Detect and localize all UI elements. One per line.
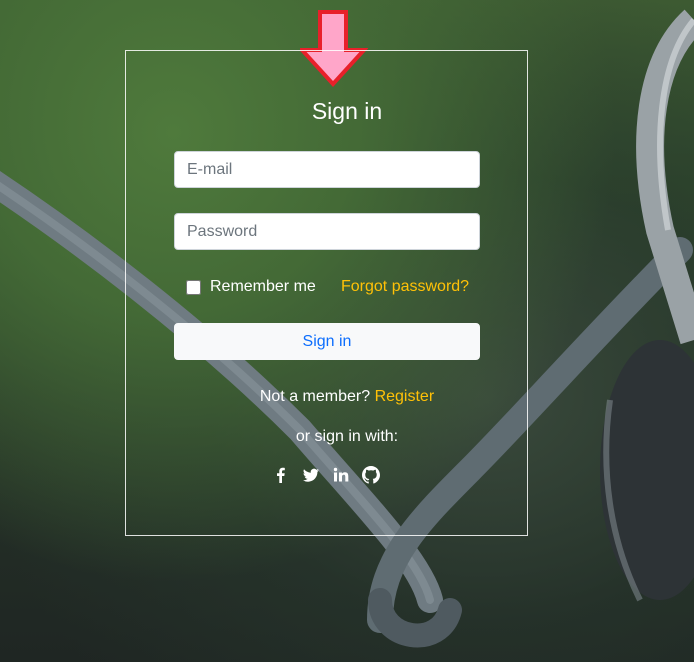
linkedin-icon[interactable] [332,466,350,484]
forgot-password-link[interactable]: Forgot password? [341,278,469,296]
github-icon[interactable] [362,466,380,484]
register-prompt: Not a member? Register [0,388,694,406]
remember-me-checkbox[interactable] [186,279,201,295]
page-title: Sign in [311,98,383,124]
register-link[interactable]: Register [375,388,435,405]
remember-me-option[interactable]: Remember me [186,278,316,296]
social-login-icons [272,466,380,484]
twitter-icon[interactable] [302,466,320,484]
social-prompt: or sign in with: [295,428,399,445]
not-member-text: Not a member? [259,388,371,405]
sign-in-button[interactable]: Sign in [174,323,480,360]
password-field[interactable] [174,213,480,250]
remember-me-label: Remember me [210,278,316,295]
email-field[interactable] [174,151,480,188]
facebook-icon[interactable] [272,466,290,484]
